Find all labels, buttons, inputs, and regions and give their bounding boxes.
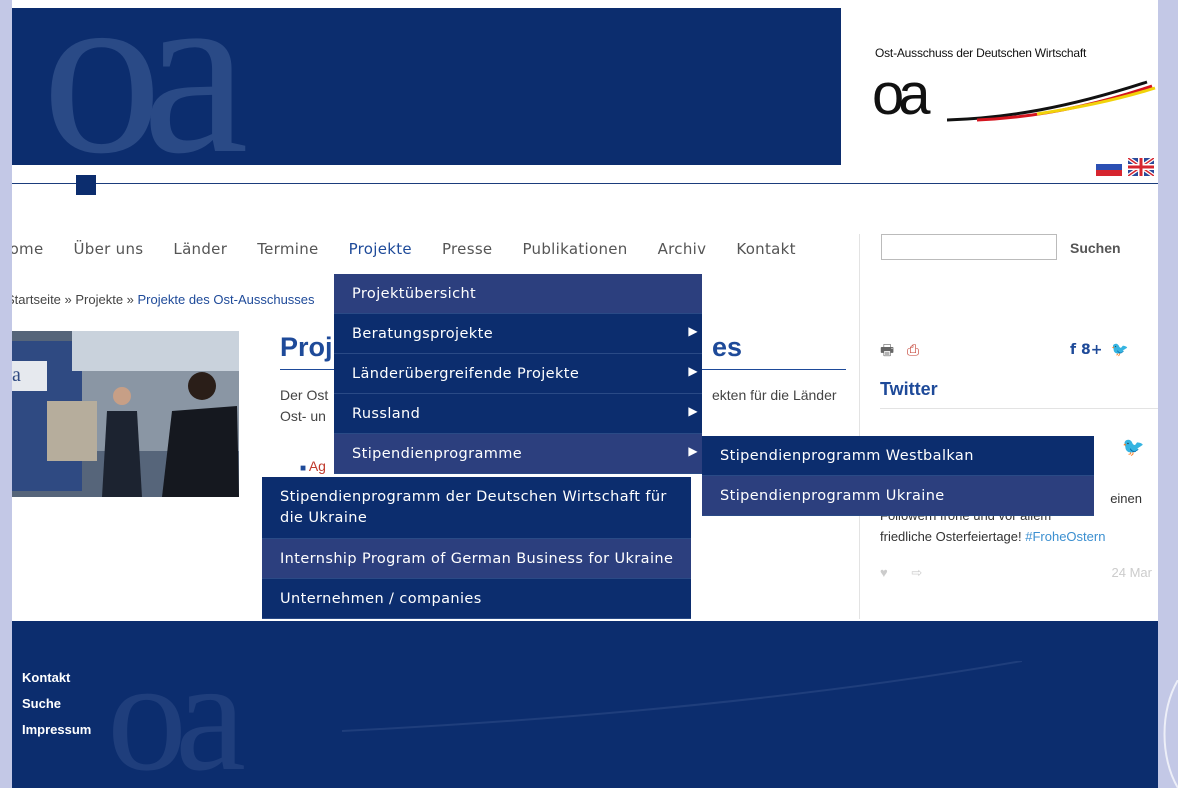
submenu-arrow-icon: ▶ bbox=[688, 404, 698, 418]
submenu-arrow-icon: ▶ bbox=[688, 444, 698, 458]
menu-item-label: Internship Program of German Business fo… bbox=[280, 550, 674, 567]
menu-item-label: Projektübersicht bbox=[352, 285, 477, 302]
breadcrumb-path[interactable]: Startseite » Projekte » bbox=[12, 292, 138, 307]
menu-item-stipendienprogramme[interactable]: Stipendienprogramme ▶ bbox=[334, 434, 702, 474]
menu-item-unternehmen-companies[interactable]: Unternehmen / companies bbox=[262, 579, 691, 619]
ukraine-submenu: Stipendienprogramm der Deutschen Wirtsch… bbox=[262, 477, 691, 619]
nav-kontakt[interactable]: Kontakt bbox=[736, 240, 796, 258]
twitter-bird-icon[interactable]: 🐦 bbox=[1111, 342, 1128, 358]
menu-item-beratungsprojekte[interactable]: Beratungsprojekte ▶ bbox=[334, 314, 702, 354]
menu-item-russland[interactable]: Russland ▶ bbox=[334, 394, 702, 434]
project-photo: a bbox=[12, 331, 239, 497]
web-page: oa Ost-Ausschuss der Deutschen Wirtschaf… bbox=[12, 0, 1158, 788]
menu-item-stipendienprogramm-westbalkan[interactable]: Stipendienprogramm Westbalkan bbox=[702, 436, 1094, 476]
footer-watermark: oa bbox=[107, 626, 246, 788]
logo-swoosh-icon bbox=[947, 80, 1156, 122]
header-rule-square bbox=[76, 175, 96, 195]
social-links[interactable]: f 8+ 🐦 bbox=[1070, 342, 1129, 358]
menu-item-label: Stipendienprogramme bbox=[352, 445, 523, 462]
banner-watermark: oa bbox=[42, 8, 248, 165]
language-flags bbox=[1096, 156, 1156, 178]
logo-caption: Ost-Ausschuss der Deutschen Wirtschaft bbox=[875, 46, 1087, 60]
content-text-line1-end: ekten für die Länder bbox=[712, 387, 837, 403]
tweet-date[interactable]: 24 Mar bbox=[1112, 565, 1152, 580]
nav-termine[interactable]: Termine bbox=[257, 240, 318, 258]
flag-uk-icon[interactable] bbox=[1126, 156, 1156, 178]
nav-presse[interactable]: Presse bbox=[442, 240, 493, 258]
content-title-end: es bbox=[712, 332, 743, 362]
footer-links: Kontakt Suche Impressum bbox=[22, 665, 91, 743]
flag-russia-icon[interactable] bbox=[1096, 158, 1122, 176]
twitter-heading: Twitter bbox=[880, 379, 938, 399]
menu-item-projektuebersicht[interactable]: Projektübersicht bbox=[334, 274, 702, 314]
header-rule bbox=[12, 183, 1158, 184]
footer: oa Kontakt Suche Impressum bbox=[12, 621, 1158, 788]
projekte-dropdown: Projektübersicht Beratungsprojekte ▶ Länd… bbox=[334, 274, 702, 474]
content-text-line1: Der Ost bbox=[280, 387, 329, 403]
retweet-icon[interactable]: ⇨ bbox=[911, 565, 922, 580]
tweet-hashtag[interactable]: #FroheOstern bbox=[1025, 529, 1105, 544]
menu-item-label: Stipendienprogramm Westbalkan bbox=[720, 447, 974, 464]
submenu-arrow-icon: ▶ bbox=[688, 324, 698, 338]
nav-laender[interactable]: Länder bbox=[173, 240, 227, 258]
tweet-line3: friedliche Osterfeiertage! #FroheOstern bbox=[880, 526, 1152, 547]
content-title: Proj bbox=[280, 332, 333, 362]
header-banner: oa bbox=[12, 8, 841, 165]
search-input[interactable] bbox=[881, 234, 1057, 260]
search-button[interactable]: Suchen bbox=[1070, 240, 1121, 256]
tweet-line3-text: friedliche Osterfeiertage! bbox=[880, 529, 1026, 544]
content-text-line2: Ost- un bbox=[280, 408, 326, 424]
nav-home[interactable]: Home bbox=[12, 240, 44, 258]
submenu-arrow-icon: ▶ bbox=[688, 364, 698, 378]
pdf-icon[interactable]: ⎙ bbox=[907, 341, 919, 359]
menu-item-label: Russland bbox=[352, 405, 421, 422]
menu-item-internship-program[interactable]: Internship Program of German Business fo… bbox=[262, 539, 691, 579]
twitter-bird-icon: 🐦 bbox=[1122, 437, 1145, 458]
stipendien-submenu: Stipendienprogramm Westbalkan Stipendien… bbox=[702, 436, 1158, 516]
content-bullet-link[interactable]: ■ Ag bbox=[300, 458, 326, 474]
menu-item-label: Beratungsprojekte bbox=[352, 325, 494, 342]
footer-link-suche[interactable]: Suche bbox=[22, 691, 91, 717]
menu-item-label: Unternehmen / companies bbox=[280, 590, 482, 607]
bullet-text: Ag bbox=[308, 458, 326, 474]
heart-icon[interactable]: ♥ bbox=[880, 565, 888, 580]
nav-publikationen[interactable]: Publikationen bbox=[522, 240, 627, 258]
nav-archiv[interactable]: Archiv bbox=[658, 240, 707, 258]
menu-item-stipendienprogramm-ukraine[interactable]: Stipendienprogramm Ukraine ▶ bbox=[702, 476, 1158, 516]
print-icon[interactable]: 🖶 bbox=[880, 341, 894, 359]
breadcrumb: Startseite » Projekte » Projekte des Ost… bbox=[12, 292, 315, 307]
logo-mark: oa bbox=[872, 62, 930, 127]
social-facebook-googleplus[interactable]: f 8+ bbox=[1070, 342, 1102, 358]
breadcrumb-current[interactable]: Projekte des Ost-Ausschusses bbox=[138, 292, 315, 307]
main-nav: Home Über uns Länder Termine Projekte Pr… bbox=[12, 240, 826, 258]
share-tools: 🖶 ⎙ bbox=[880, 340, 919, 365]
menu-item-laenderuebergreifende-projekte[interactable]: Länderübergreifende Projekte ▶ bbox=[334, 354, 702, 394]
submenu-arrow-icon: ▶ bbox=[1156, 486, 1158, 500]
tweet-actions: ♥ ⇨ 24 Mar bbox=[880, 565, 1152, 581]
twitter-rule bbox=[880, 408, 1158, 409]
bullet-icon: ■ bbox=[300, 463, 309, 474]
footer-link-impressum[interactable]: Impressum bbox=[22, 717, 91, 743]
nav-ueber-uns[interactable]: Über uns bbox=[74, 240, 144, 258]
nav-projekte[interactable]: Projekte bbox=[349, 240, 412, 258]
desktop-edge-decoration bbox=[1163, 680, 1178, 788]
logo[interactable]: Ost-Ausschuss der Deutschen Wirtschaft o… bbox=[852, 8, 1158, 178]
footer-swoosh-icon bbox=[342, 661, 1022, 732]
sidebar-divider bbox=[859, 234, 860, 619]
svg-text:a: a bbox=[12, 364, 21, 386]
menu-item-label: Stipendienprogramm Ukraine bbox=[720, 487, 945, 504]
menu-item-label: Stipendienprogramm der Deutschen Wirtsch… bbox=[280, 488, 667, 526]
menu-item-stipendienprogramm-ukraine-de[interactable]: Stipendienprogramm der Deutschen Wirtsch… bbox=[262, 477, 691, 539]
footer-link-kontakt[interactable]: Kontakt bbox=[22, 665, 91, 691]
menu-item-label: Länderübergreifende Projekte bbox=[352, 365, 580, 382]
